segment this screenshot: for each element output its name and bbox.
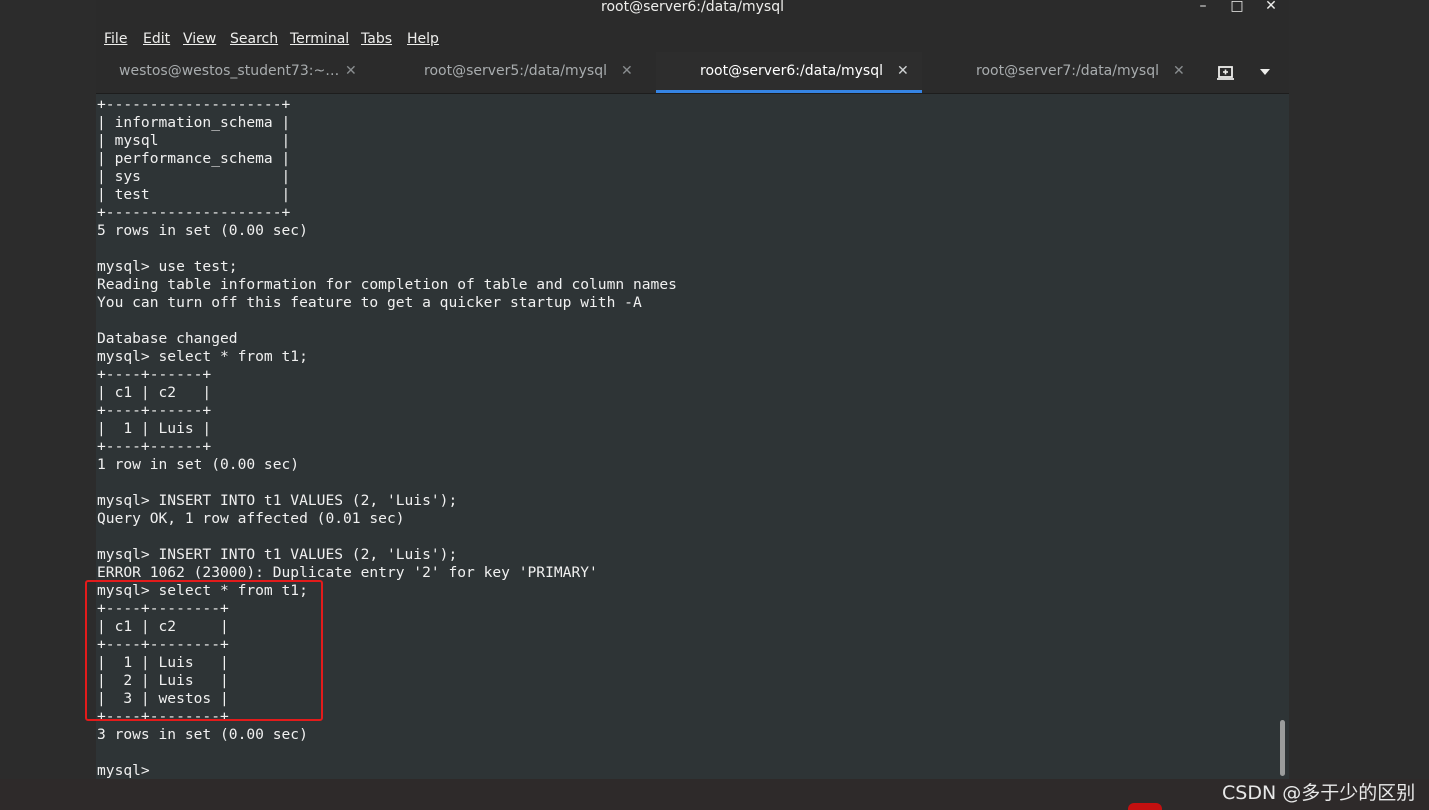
tab-close-icon[interactable]: ✕: [897, 63, 909, 79]
terminal-line: 5 rows in set (0.00 sec): [97, 222, 308, 239]
tab-server5[interactable]: root@server5:/data/mysql ✕: [380, 52, 656, 93]
menu-help[interactable]: Help: [407, 30, 439, 48]
minimize-button[interactable]: –: [1191, 0, 1215, 14]
tab-label: root@server7:/data/mysql: [976, 63, 1159, 79]
tab-label: root@server6:/data/mysql: [700, 63, 883, 79]
close-button[interactable]: ✕: [1259, 0, 1283, 14]
terminal-line: +--------------------+: [97, 204, 291, 221]
menu-edit-label: Edit: [143, 31, 171, 47]
terminal-line: Reading table information for completion…: [97, 276, 677, 293]
terminal-line: 1 row in set (0.00 sec): [97, 456, 300, 473]
terminal-line: | information_schema |: [97, 114, 291, 131]
terminal-line: Database changed: [97, 330, 238, 347]
chevron-down-icon[interactable]: [1259, 68, 1271, 76]
menu-view[interactable]: View: [183, 30, 216, 48]
menu-file-label: File: [104, 31, 128, 47]
desktop-background-left: [0, 0, 96, 810]
tab-westos-student73[interactable]: westos@westos_student73:~… ✕: [96, 52, 380, 93]
tab-server7[interactable]: root@server7:/data/mysql ✕: [922, 52, 1196, 93]
terminal-line: | c1 | c2 |: [97, 384, 212, 401]
highlight-annotation-box: [85, 580, 323, 721]
terminal-line: +--------------------+: [97, 96, 291, 113]
tab-bar: westos@westos_student73:~… ✕ root@server…: [96, 52, 1289, 94]
desktop-background-right: [1289, 0, 1429, 810]
menu-help-label: Help: [407, 31, 439, 47]
tab-close-icon[interactable]: ✕: [1173, 63, 1185, 79]
tab-server6[interactable]: root@server6:/data/mysql ✕: [656, 52, 922, 93]
menu-search-label: Search: [230, 31, 279, 47]
terminal-line: +----+------+: [97, 438, 212, 455]
terminal-line: mysql> use test;: [97, 258, 238, 275]
terminal-scrollbar[interactable]: [1276, 94, 1289, 779]
terminal-line: mysql> INSERT INTO t1 VALUES (2, 'Luis')…: [97, 492, 458, 509]
window-title: root@server6:/data/mysql: [601, 0, 784, 15]
terminal-line: +----+------+: [97, 402, 212, 419]
tab-label: westos@westos_student73:~…: [119, 63, 340, 79]
csdn-watermark: CSDN @多于少的区别: [1222, 782, 1416, 804]
maximize-button[interactable]: □: [1225, 0, 1249, 14]
menu-tabs-label: Tabs: [361, 31, 392, 47]
menu-search[interactable]: Search: [230, 30, 278, 48]
terminal-line: | performance_schema |: [97, 150, 291, 167]
terminal-line: | 1 | Luis |: [97, 420, 212, 437]
menu-bar: File Edit View Search Terminal Tabs Help: [96, 26, 1289, 52]
menu-terminal[interactable]: Terminal: [290, 30, 349, 48]
terminal-line: | sys |: [97, 168, 291, 185]
terminal-line: 3 rows in set (0.00 sec): [97, 726, 308, 743]
terminal-line: | test |: [97, 186, 291, 203]
terminal-line: | mysql |: [97, 132, 291, 149]
red-annotation-mark: [1128, 803, 1162, 810]
terminal-line: mysql> INSERT INTO t1 VALUES (2, 'Luis')…: [97, 546, 458, 563]
new-tab-icon[interactable]: [1216, 64, 1236, 82]
menu-tabs[interactable]: Tabs: [361, 30, 392, 48]
menu-terminal-label: Terminal: [290, 31, 350, 47]
terminal-line: mysql>: [97, 762, 159, 779]
menu-file[interactable]: File: [104, 30, 127, 48]
tab-close-icon[interactable]: ✕: [621, 63, 633, 79]
tab-label: root@server5:/data/mysql: [424, 63, 607, 79]
desktop-background-bottom: [0, 779, 1429, 810]
tab-close-icon[interactable]: ✕: [345, 63, 357, 79]
terminal-line: +----+------+: [97, 366, 212, 383]
terminal-line: mysql> select * from t1;: [97, 348, 308, 365]
menu-edit[interactable]: Edit: [143, 30, 170, 48]
scrollbar-thumb[interactable]: [1280, 720, 1285, 776]
menu-view-label: View: [183, 31, 217, 47]
terminal-line: You can turn off this feature to get a q…: [97, 294, 642, 311]
title-bar[interactable]: root@server6:/data/mysql – □ ✕: [96, 0, 1289, 26]
terminal-line: Query OK, 1 row affected (0.01 sec): [97, 510, 405, 527]
